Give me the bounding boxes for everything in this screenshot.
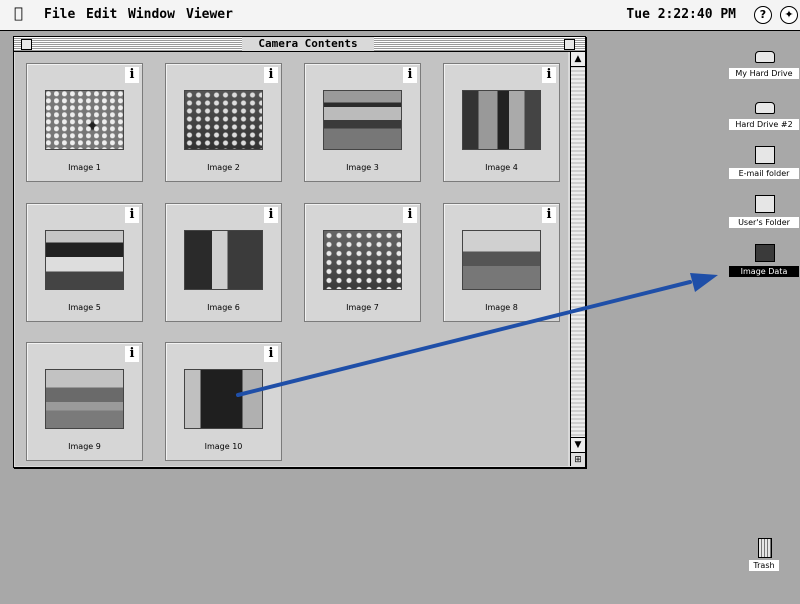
menu-bar:  File Edit Window Viewer Tue 2:22:40 PM… — [0, 0, 800, 31]
vertical-scrollbar[interactable]: ▲ ▼ ⊞ — [570, 52, 585, 467]
info-icon[interactable]: i — [264, 67, 278, 83]
image-tile[interactable]: i Image 6 — [165, 203, 282, 322]
zoom-box-icon[interactable] — [564, 39, 575, 50]
info-icon[interactable]: i — [403, 207, 417, 223]
image-thumbnail — [184, 369, 263, 429]
desktop-icon-label: User's Folder — [729, 217, 799, 228]
image-tile[interactable]: i Image 2 — [165, 63, 282, 182]
image-tile[interactable]: i Image 3 — [304, 63, 421, 182]
image-label: Image 3 — [346, 163, 379, 172]
hard-drive-icon — [755, 51, 775, 63]
menu-clock[interactable]: Tue 2:22:40 PM — [626, 7, 736, 23]
image-thumbnail — [45, 90, 124, 150]
image-tile[interactable]: i Image 4 — [443, 63, 560, 182]
info-icon[interactable]: i — [542, 207, 556, 223]
window-title-bar[interactable]: Camera Contents — [14, 37, 585, 52]
menu-edit[interactable]: Edit — [86, 7, 117, 23]
image-thumbnail — [462, 90, 541, 150]
image-thumbnail — [184, 230, 263, 290]
menu-window[interactable]: Window — [128, 7, 175, 23]
desktop-icon-label: Trash — [749, 560, 779, 571]
desktop-icon-label: Hard Drive #2 — [729, 119, 799, 130]
image-tile[interactable]: i Image 5 — [26, 203, 143, 322]
image-thumbnail — [184, 90, 263, 150]
folder-icon — [755, 195, 775, 213]
image-label: Image 10 — [204, 442, 243, 451]
scroll-down-arrow-icon[interactable]: ▼ — [571, 437, 585, 452]
scroll-up-arrow-icon[interactable]: ▲ — [571, 52, 585, 67]
info-icon[interactable]: i — [125, 346, 139, 362]
image-tile[interactable]: i Image 10 — [165, 342, 282, 461]
application-switcher-icon[interactable]: ✦ — [780, 6, 798, 24]
desktop[interactable]:  File Edit Window Viewer Tue 2:22:40 PM… — [0, 0, 800, 604]
image-label: Image 7 — [346, 303, 379, 312]
info-icon[interactable]: i — [264, 207, 278, 223]
window-content: i Image 1 i Image 2 i Image 3 i Image 4 — [15, 52, 568, 466]
image-tile[interactable]: i Image 1 — [26, 63, 143, 182]
desktop-icon-label: My Hard Drive — [729, 68, 799, 79]
image-label: Image 4 — [485, 163, 518, 172]
desktop-icon-hard-drive-2[interactable]: Hard Drive #2 — [729, 97, 799, 139]
menu-file[interactable]: File — [44, 7, 75, 23]
image-thumbnail — [45, 230, 124, 290]
desktop-icon-email-folder[interactable]: E-mail folder — [729, 146, 799, 188]
desktop-icon-label: Image Data — [729, 266, 799, 277]
desktop-icon-trash[interactable]: Trash — [729, 538, 799, 580]
hard-drive-icon — [755, 102, 775, 114]
desktop-icon-my-hard-drive[interactable]: My Hard Drive — [729, 46, 799, 88]
image-label: Image 1 — [68, 163, 101, 172]
image-thumbnail — [462, 230, 541, 290]
info-icon[interactable]: i — [264, 346, 278, 362]
image-thumbnail — [323, 90, 402, 150]
image-thumbnail — [45, 369, 124, 429]
info-icon[interactable]: i — [542, 67, 556, 83]
image-label: Image 8 — [485, 303, 518, 312]
image-thumbnail — [323, 230, 402, 290]
image-label: Image 6 — [207, 303, 240, 312]
image-label: Image 9 — [68, 442, 101, 451]
help-icon[interactable]: ? — [754, 6, 772, 24]
trash-icon — [758, 538, 772, 558]
folder-icon — [755, 146, 775, 164]
info-icon[interactable]: i — [125, 67, 139, 83]
apple-menu-icon[interactable]:  — [14, 5, 23, 21]
info-icon[interactable]: i — [125, 207, 139, 223]
desktop-icon-label: E-mail folder — [729, 168, 799, 179]
image-tile[interactable]: i Image 9 — [26, 342, 143, 461]
info-icon[interactable]: i — [403, 67, 417, 83]
camera-contents-window: Camera Contents i Image 1 i Image 2 i Im… — [13, 36, 586, 468]
image-tile[interactable]: i Image 7 — [304, 203, 421, 322]
menu-viewer[interactable]: Viewer — [186, 7, 233, 23]
desktop-icon-users-folder[interactable]: User's Folder — [729, 195, 799, 237]
image-label: Image 5 — [68, 303, 101, 312]
image-tile[interactable]: i Image 8 — [443, 203, 560, 322]
close-box-icon[interactable] — [21, 39, 32, 50]
desktop-icon-image-data[interactable]: Image Data — [729, 244, 799, 286]
window-title: Camera Contents — [242, 37, 374, 51]
drag-arrow-head — [690, 273, 718, 292]
folder-icon — [755, 244, 775, 262]
image-label: Image 2 — [207, 163, 240, 172]
resize-box-icon[interactable]: ⊞ — [571, 452, 585, 467]
